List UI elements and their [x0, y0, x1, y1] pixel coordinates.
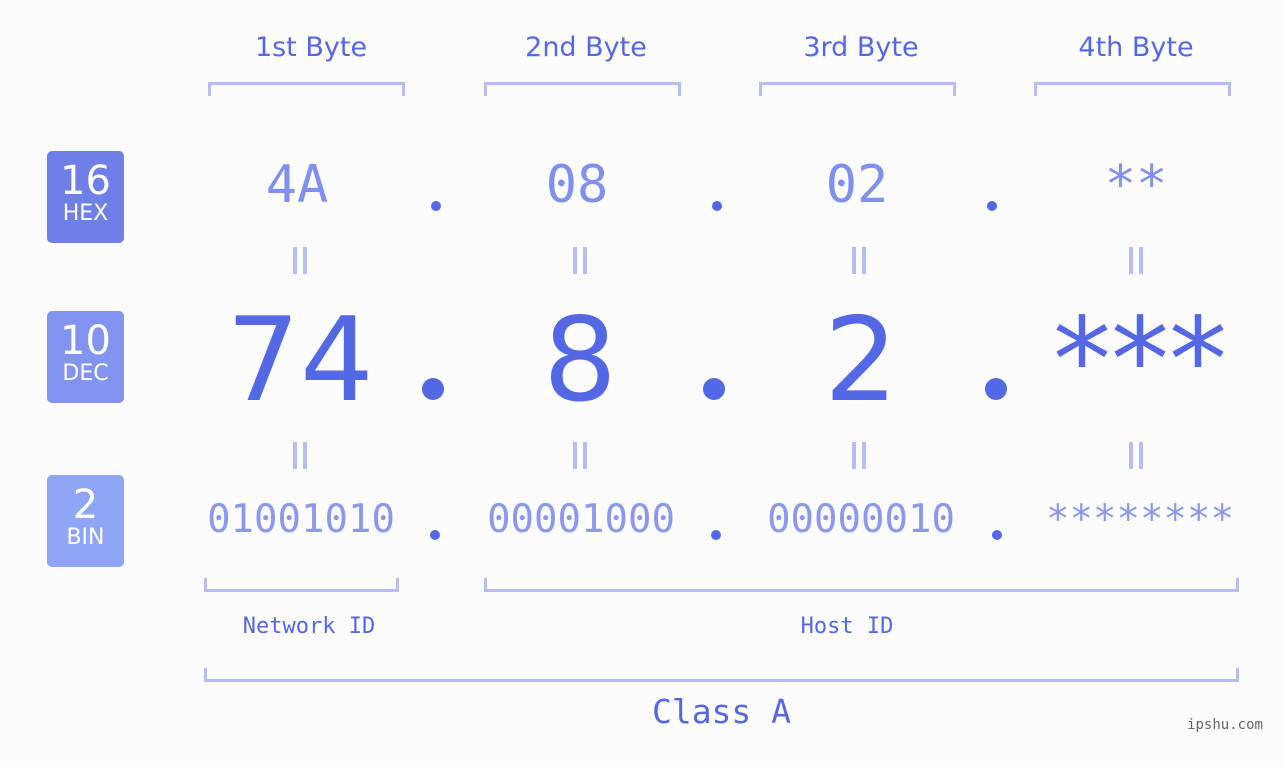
- byte-bracket-4: [1034, 82, 1231, 96]
- bin-badge-label: BIN: [66, 525, 105, 550]
- byte-header-2: 2nd Byte: [525, 32, 647, 63]
- bin-octet-2: 00001000: [487, 497, 675, 542]
- bin-dot-2: [711, 530, 721, 540]
- hex-octet-2: 08: [545, 155, 609, 215]
- hex-octet-3: 02: [825, 155, 889, 215]
- bin-dot-3: [992, 530, 1002, 540]
- network-id-bracket: [204, 578, 399, 592]
- equals-icon: [1127, 247, 1145, 274]
- equals-icon: [850, 247, 868, 274]
- equals-icon: [291, 442, 309, 469]
- bin-badge: 2 BIN: [47, 475, 124, 567]
- bin-octet-1: 01001010: [207, 497, 395, 542]
- dec-badge-number: 10: [60, 318, 111, 364]
- equals-icon: [571, 442, 589, 469]
- hex-dot-2: [712, 201, 722, 211]
- dec-badge: 10 DEC: [47, 311, 124, 403]
- dec-dot-2: [703, 378, 725, 400]
- bin-badge-number: 2: [72, 482, 99, 528]
- dec-dot-1: [422, 378, 444, 400]
- bin-dot-1: [430, 530, 440, 540]
- hex-octet-1: 4A: [265, 155, 329, 215]
- byte-header-3: 3rd Byte: [803, 32, 919, 63]
- dec-badge-label: DEC: [62, 361, 109, 386]
- equals-icon: [291, 247, 309, 274]
- byte-header-1: 1st Byte: [254, 32, 368, 63]
- watermark: ipshu.com: [1187, 717, 1263, 733]
- network-id-label: Network ID: [242, 614, 376, 639]
- class-bracket: [204, 668, 1239, 682]
- equals-icon: [1127, 442, 1145, 469]
- hex-badge-number: 16: [60, 158, 111, 204]
- byte-bracket-2: [484, 82, 681, 96]
- dec-octet-2: 8: [543, 293, 617, 428]
- host-id-label: Host ID: [800, 614, 894, 639]
- dec-octet-1: 74: [226, 293, 374, 428]
- bin-octet-3: 00000010: [767, 497, 955, 542]
- hex-badge-label: HEX: [62, 201, 109, 226]
- hex-dot-1: [431, 201, 441, 211]
- hex-dot-3: [987, 201, 997, 211]
- hex-badge: 16 HEX: [47, 151, 124, 243]
- byte-header-4: 4th Byte: [1078, 32, 1194, 63]
- byte-bracket-1: [208, 82, 405, 96]
- dec-octet-4: ***: [1053, 293, 1227, 428]
- class-label: Class A: [651, 692, 792, 731]
- bin-octet-4: ********: [1046, 497, 1234, 542]
- byte-bracket-3: [759, 82, 956, 96]
- hex-octet-4: **: [1104, 155, 1168, 215]
- host-id-bracket: [484, 578, 1239, 592]
- dec-octet-3: 2: [824, 293, 898, 428]
- equals-icon: [850, 442, 868, 469]
- equals-icon: [571, 247, 589, 274]
- dec-dot-3: [985, 378, 1007, 400]
